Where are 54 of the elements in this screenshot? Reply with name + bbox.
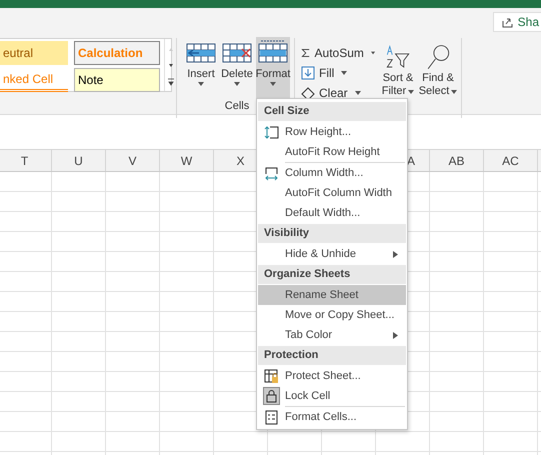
column-header[interactable]: X: [236, 154, 244, 168]
cell-style[interactable]: Note: [74, 68, 160, 92]
column-header[interactable]: T: [20, 154, 28, 168]
column-header[interactable]: AB: [448, 154, 464, 168]
eraser-icon: [301, 86, 315, 100]
column-header[interactable]: AC: [502, 154, 519, 168]
menu-item[interactable]: Row Height...: [258, 122, 406, 142]
menu-item[interactable]: AutoFit Row Height: [258, 142, 406, 162]
menu-section-header: Visibility: [258, 224, 406, 243]
menu-section-header: Protection: [258, 346, 406, 365]
caret-icon: [451, 90, 458, 94]
menu-item[interactable]: Tab Color: [258, 325, 406, 345]
caret-icon: [354, 91, 361, 95]
menu-section-header: Organize Sheets: [258, 265, 406, 284]
share-icon: [502, 16, 514, 28]
menu-item[interactable]: Protect Sheet...: [258, 366, 406, 386]
column-header[interactable]: U: [74, 154, 83, 168]
format-cells-icon: [265, 410, 278, 424]
row-height-icon: [264, 124, 279, 140]
menu-item[interactable]: Format Cells...: [258, 407, 406, 427]
menu-item[interactable]: Move or Copy Sheet...: [258, 305, 406, 325]
menu-item[interactable]: Column Width...: [258, 163, 406, 183]
menu-item[interactable]: Lock Cell: [258, 386, 406, 406]
menu-item[interactable]: AutoFit Column Width: [258, 183, 406, 203]
caret-icon: [198, 82, 204, 86]
ribbon-button[interactable]: Delete: [220, 37, 254, 98]
menu-item[interactable]: Rename Sheet: [258, 285, 406, 305]
search-icon: [425, 44, 451, 72]
group-label: Cells: [224, 100, 250, 112]
menu-item[interactable]: Default Width...: [258, 203, 406, 223]
caret-icon: [270, 82, 276, 86]
submenu-arrow-icon: [393, 250, 398, 258]
column-width-icon: [264, 166, 279, 180]
cell-style[interactable]: eutral: [0, 41, 68, 65]
ribbon-button[interactable]: AutoSum: [299, 44, 377, 62]
ribbon-button[interactable]: Sort & Filter: [379, 44, 417, 102]
ribbon-button[interactable]: Find & Select: [419, 44, 457, 102]
menu-section-header: Cell Size: [258, 102, 406, 121]
column-header[interactable]: V: [128, 154, 136, 168]
caret-icon: [370, 51, 375, 55]
ribbon-button[interactable]: Format: [256, 37, 290, 98]
caret-icon: [341, 71, 348, 75]
protect-sheet-icon: [264, 368, 279, 384]
caret-icon: [408, 90, 414, 94]
caret-icon: [234, 82, 240, 86]
ribbon-button[interactable]: Insert: [184, 37, 218, 98]
menu-item[interactable]: Hide & Unhide: [258, 244, 406, 264]
ribbon-button[interactable]: Clear: [299, 84, 377, 102]
ribbon-button[interactable]: Fill: [299, 64, 377, 82]
submenu-arrow-icon: [393, 332, 398, 338]
fill-down-icon: [301, 66, 315, 80]
sigma-icon: [301, 46, 311, 60]
column-header[interactable]: W: [180, 154, 192, 168]
share-button[interactable]: Sha: [492, 12, 541, 32]
